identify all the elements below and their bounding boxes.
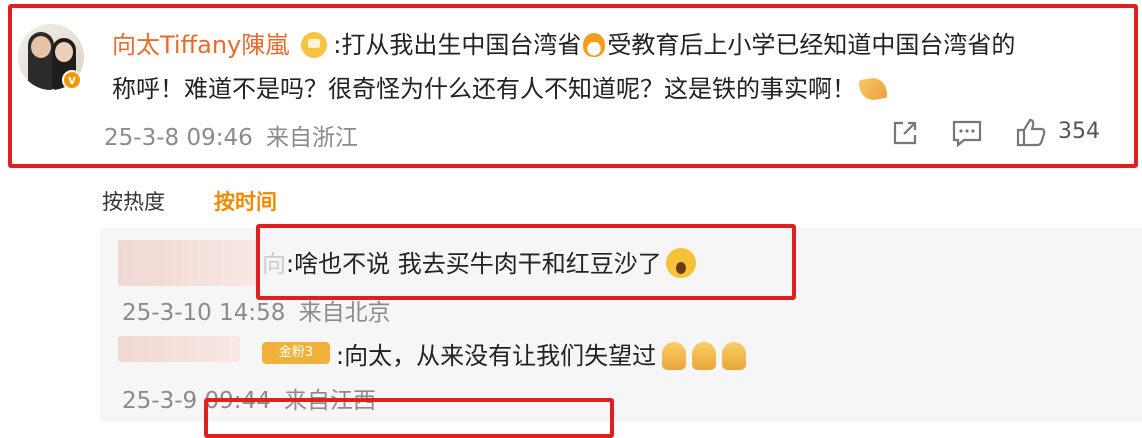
tab-sort-time[interactable]: 按时间 — [214, 186, 277, 216]
redacted-username — [118, 240, 260, 286]
highlight-box-reply-2 — [204, 398, 614, 438]
reply-1-date: 25-3-10 14:58 — [122, 300, 286, 326]
fan-badge: 金粉3 — [262, 342, 330, 364]
tab-sort-hot[interactable]: 按热度 — [102, 186, 165, 216]
thumbs-up-emoji-icon — [692, 342, 717, 370]
reply-2: :向太，从来没有让我们失望过 — [336, 336, 747, 371]
thumbs-up-emoji-icon — [722, 342, 747, 370]
highlight-box-reply-1 — [256, 224, 796, 300]
reply-2-text: :向太，从来没有让我们失望过 — [336, 342, 657, 370]
reply-1-location: 来自北京 — [298, 300, 391, 326]
highlight-box-main-comment — [8, 4, 1138, 168]
redacted-username — [118, 336, 240, 362]
thumbs-up-emoji-icon — [662, 342, 687, 370]
reply-1-meta: 25-3-10 14:58 来自北京 — [122, 293, 391, 327]
